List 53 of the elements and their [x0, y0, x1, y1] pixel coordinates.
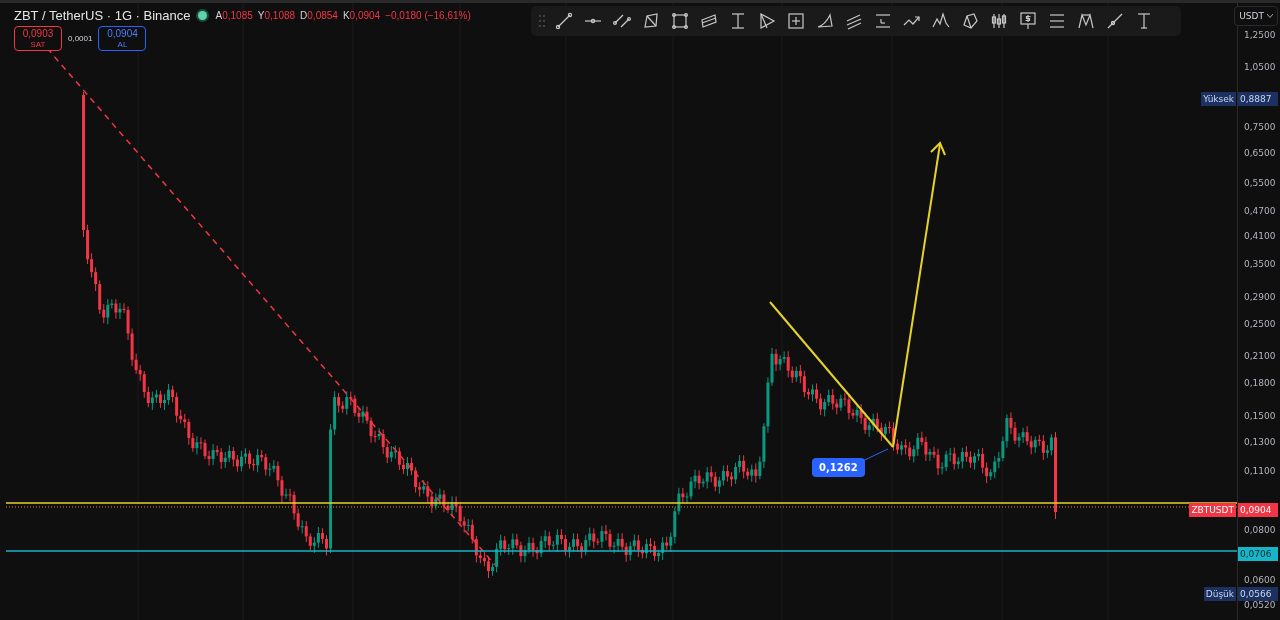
polygon-icon[interactable]	[641, 11, 661, 31]
price-badge: 0,8887	[1238, 92, 1278, 106]
ohlc-value: A0,1085	[215, 10, 253, 21]
currency-dropdown[interactable]: USDT	[1234, 6, 1278, 26]
spread-value: 0,0001	[68, 33, 93, 43]
triangle-icon[interactable]	[757, 11, 777, 31]
dollar-sign-icon[interactable]	[1018, 11, 1038, 31]
sell-button[interactable]: 0,0903 SAT	[14, 26, 62, 51]
price-label-tag: Yüksek	[1201, 92, 1236, 106]
lines-icon[interactable]	[1047, 11, 1067, 31]
drag-handle-icon[interactable]	[539, 14, 545, 28]
buy-button[interactable]: 0,0904 AL	[98, 26, 147, 51]
price-label: 0,1262	[812, 458, 865, 477]
axis-label: 0,2100	[1244, 351, 1276, 361]
symbol-title: ZBT / TetherUS · 1G · Binance	[14, 8, 191, 23]
arc-icon[interactable]	[815, 11, 835, 31]
line-icon[interactable]	[1105, 11, 1125, 31]
pattern-icon[interactable]	[1076, 11, 1096, 31]
axis-label: 0,1300	[1244, 437, 1276, 447]
axis-label: 1,2500	[1244, 30, 1276, 40]
price-label-tag: ZBTUSDT	[1189, 503, 1236, 517]
axis-label: 0,1500	[1244, 411, 1276, 421]
ohlc-value: D0,0854	[300, 10, 338, 21]
parallelogram-icon[interactable]	[699, 11, 719, 31]
axis-label: 0,0520	[1244, 600, 1276, 610]
axis-label: 0,3500	[1244, 259, 1276, 269]
candles-icon[interactable]	[989, 11, 1009, 31]
ohlc-value: K0,0904	[342, 10, 381, 21]
axis-label: 0,2500	[1244, 319, 1276, 329]
line-icon[interactable]	[554, 11, 574, 31]
lines-icon[interactable]	[873, 11, 893, 31]
grid-square-icon[interactable]	[786, 11, 806, 31]
axis-label: 0,4100	[1244, 231, 1276, 241]
ohlc-value: Y0,1088	[257, 10, 296, 21]
axis-label: 1,0500	[1244, 62, 1276, 72]
status-dot-icon	[197, 11, 207, 20]
axis-label: 0,4700	[1244, 206, 1276, 216]
axis-label: 0,7500	[1244, 122, 1276, 132]
axis-label: 0,5500	[1244, 178, 1276, 188]
price-badge: 0,0904	[1238, 503, 1278, 517]
price-badge: 0,0706	[1238, 547, 1278, 561]
price-badge: 0,0566	[1238, 587, 1278, 601]
network-icon[interactable]	[960, 11, 980, 31]
square-icon[interactable]	[670, 11, 690, 31]
axis-label: 0,1800	[1244, 378, 1276, 388]
axis-label: 0,6500	[1244, 148, 1276, 158]
caret-icon	[1267, 14, 1273, 18]
axis-label: 0,1100	[1244, 466, 1276, 476]
price-label-tag: Düşük	[1203, 587, 1236, 601]
axis-label: 0,0600	[1244, 575, 1276, 585]
price-change: −0,0180 (−16,61%)	[385, 10, 471, 21]
axis-label: 0,0800	[1244, 525, 1276, 535]
axis-label: 0,2900	[1244, 292, 1276, 302]
